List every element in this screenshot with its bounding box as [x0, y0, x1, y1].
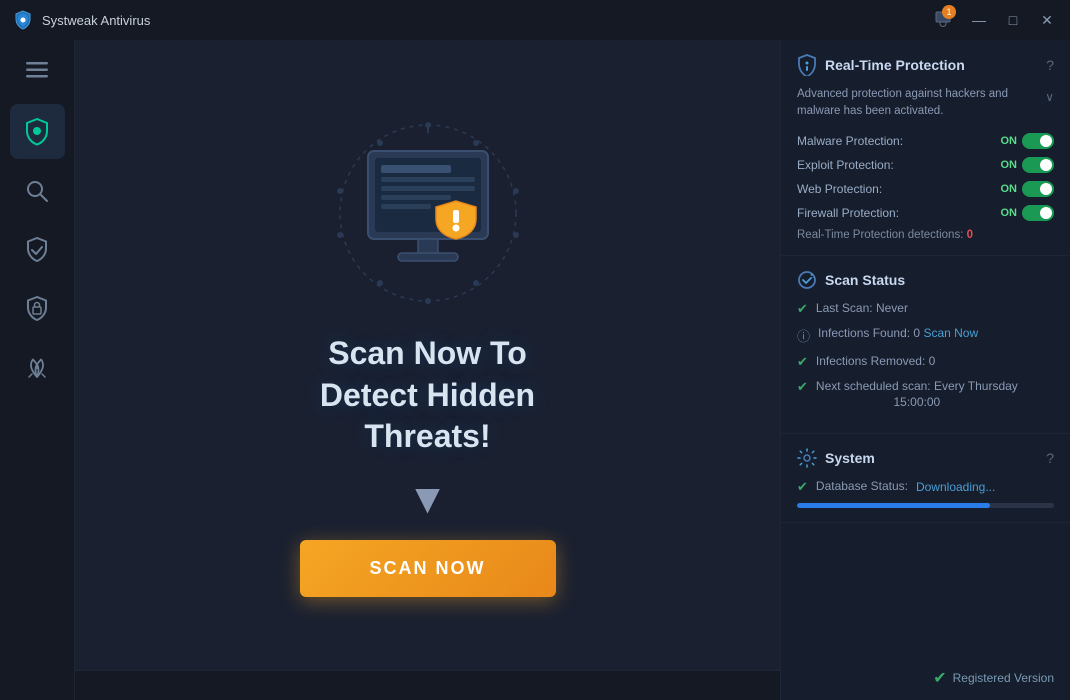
infections-removed-text: Infections Removed: 0	[816, 353, 935, 370]
scan-status-title: Scan Status	[825, 272, 905, 288]
exploit-state: ON	[1001, 159, 1018, 171]
next-scan-text: Next scheduled scan: Every Thursday 15:0…	[816, 378, 1018, 412]
infections-info-icon: ⓘ	[797, 326, 810, 345]
registered-text: Registered Version	[953, 671, 1054, 685]
infections-found-text: Infections Found: 0 Scan Now	[818, 325, 978, 342]
sidebar-item-identity[interactable]	[10, 281, 65, 336]
protection-description: Advanced protection against hackers and …	[797, 86, 1054, 121]
exploit-toggle-row: Exploit Protection: ON	[797, 157, 1054, 173]
last-scan-row: ✔ Last Scan: Never	[797, 300, 1054, 317]
web-toggle[interactable]: ON	[1001, 181, 1055, 197]
sidebar-item-optimizer[interactable]	[10, 340, 65, 395]
malware-state: ON	[1001, 135, 1018, 147]
shield-info-icon	[797, 54, 817, 76]
realtime-protection-section: Real-Time Protection ? Advanced protecti…	[781, 40, 1070, 256]
system-gear-icon	[797, 448, 817, 468]
sidebar-item-safeweb[interactable]	[10, 222, 65, 277]
last-scan-check-icon: ✔	[797, 301, 808, 317]
scan-heading: Scan Now To Detect Hidden Threats!	[320, 333, 535, 458]
last-scan-text: Last Scan: Never	[816, 300, 908, 317]
protection-desc-text: Advanced protection against hackers and …	[797, 86, 1039, 121]
arrow-down-icon: ▼	[407, 478, 449, 520]
sidebar-item-scan[interactable]	[10, 163, 65, 218]
db-progress-bar	[797, 503, 1054, 508]
registered-version-row: ✔ Registered Version	[781, 656, 1070, 700]
firewall-toggle[interactable]: ON	[1001, 205, 1055, 221]
detections-label: Real-Time Protection detections:	[797, 229, 963, 241]
heading-line3: Threats!	[320, 416, 535, 458]
maximize-button[interactable]: □	[998, 8, 1028, 32]
content-wrapper: Scan Now To Detect Hidden Threats! ▼ SCA…	[75, 40, 780, 700]
firewall-label: Firewall Protection:	[797, 206, 899, 220]
firewall-switch[interactable]	[1022, 205, 1054, 221]
exploit-label: Exploit Protection:	[797, 158, 894, 172]
realtime-title: Real-Time Protection	[825, 57, 965, 73]
title-bar-left: Systweak Antivirus	[12, 9, 150, 31]
scan-status-section: Scan Status ✔ Last Scan: Never ⓘ Infecti…	[781, 256, 1070, 435]
close-button[interactable]: ✕	[1032, 8, 1062, 32]
web-toggle-row: Web Protection: ON	[797, 181, 1054, 197]
system-title-group: System	[797, 448, 875, 468]
bottom-bar	[75, 670, 780, 700]
malware-label: Malware Protection:	[797, 134, 903, 148]
scan-status-icon	[797, 270, 817, 290]
main-content: Scan Now To Detect Hidden Threats! ▼ SCA…	[75, 40, 780, 670]
heading-line2: Detect Hidden	[320, 375, 535, 417]
scan-now-link[interactable]: Scan Now	[923, 326, 978, 340]
app-title: Systweak Antivirus	[42, 13, 150, 28]
system-help-icon[interactable]: ?	[1046, 450, 1054, 466]
notification-icon[interactable]: 1	[934, 9, 952, 32]
monitor-icon	[353, 141, 503, 286]
web-label: Web Protection:	[797, 182, 882, 196]
sidebar	[0, 40, 75, 700]
detections-count: 0	[967, 229, 973, 241]
malware-toggle-row: Malware Protection: ON	[797, 133, 1054, 149]
detection-row: Real-Time Protection detections: 0	[797, 229, 1054, 241]
heading-line1: Scan Now To	[320, 333, 535, 375]
right-panel: Real-Time Protection ? Advanced protecti…	[780, 40, 1070, 700]
app-logo-icon	[12, 9, 34, 31]
menu-button[interactable]	[12, 50, 62, 90]
malware-toggle[interactable]: ON	[1001, 133, 1055, 149]
db-status-label: Database Status:	[816, 478, 908, 495]
scan-now-button[interactable]: SCAN NOW	[300, 540, 556, 597]
monitor-illustration	[318, 113, 538, 313]
realtime-title-group: Real-Time Protection	[797, 54, 965, 76]
exploit-toggle[interactable]: ON	[1001, 157, 1055, 173]
web-switch[interactable]	[1022, 181, 1054, 197]
content-area: Scan Now To Detect Hidden Threats! ▼ SCA…	[75, 40, 780, 700]
minimize-button[interactable]: —	[964, 8, 994, 32]
realtime-header: Real-Time Protection ?	[797, 54, 1054, 76]
db-progress-fill	[797, 503, 990, 508]
exploit-switch[interactable]	[1022, 157, 1054, 173]
notif-badge: 1	[942, 5, 956, 19]
sidebar-item-protection[interactable]	[10, 104, 65, 159]
db-downloading-text: Downloading...	[916, 480, 995, 494]
scan-status-header: Scan Status	[797, 270, 1054, 290]
db-status-row: ✔ Database Status: Downloading...	[797, 478, 1054, 495]
main-layout: Scan Now To Detect Hidden Threats! ▼ SCA…	[0, 40, 1070, 700]
firewall-state: ON	[1001, 207, 1018, 219]
scan-title-group: Scan Status	[797, 270, 905, 290]
infections-removed-row: ✔ Infections Removed: 0	[797, 353, 1054, 370]
title-bar: Systweak Antivirus 1 — □ ✕	[0, 0, 1070, 40]
registered-check-icon: ✔	[933, 668, 946, 688]
infections-removed-icon: ✔	[797, 354, 808, 370]
system-header: System ?	[797, 448, 1054, 468]
realtime-help-icon[interactable]: ?	[1046, 57, 1054, 73]
next-scan-row: ✔ Next scheduled scan: Every Thursday 15…	[797, 378, 1054, 412]
db-status-check-icon: ✔	[797, 479, 808, 495]
system-title: System	[825, 450, 875, 466]
infections-found-row: ⓘ Infections Found: 0 Scan Now	[797, 325, 1054, 345]
malware-switch[interactable]	[1022, 133, 1054, 149]
chevron-icon[interactable]: ∨	[1045, 88, 1054, 106]
web-state: ON	[1001, 183, 1018, 195]
system-section: System ? ✔ Database Status: Downloading.…	[781, 434, 1070, 523]
next-scan-icon: ✔	[797, 379, 808, 395]
firewall-toggle-row: Firewall Protection: ON	[797, 205, 1054, 221]
window-controls: 1 — □ ✕	[934, 8, 1062, 32]
